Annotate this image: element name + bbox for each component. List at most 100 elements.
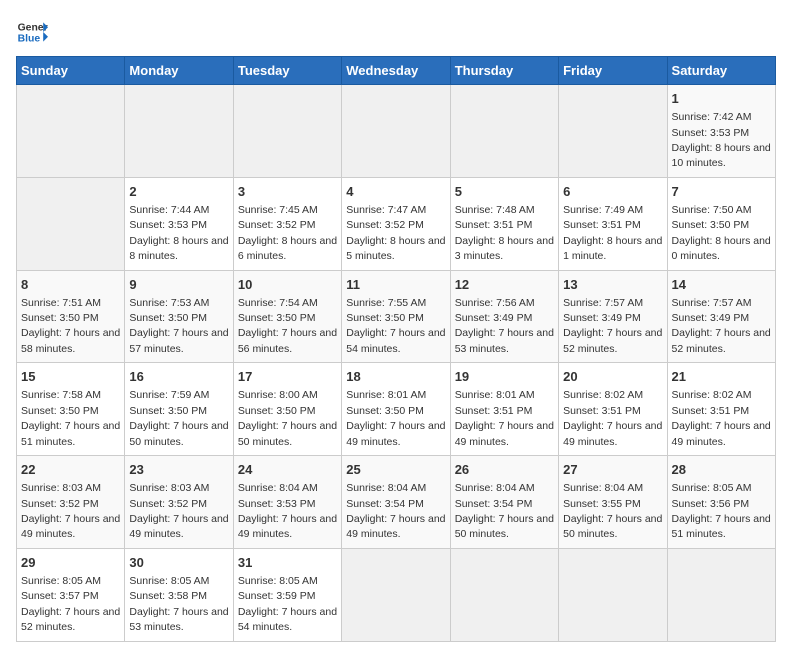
calendar-cell: 6 Sunrise: 7:49 AMSunset: 3:51 PMDaylight… <box>559 177 667 270</box>
calendar-cell: 16 Sunrise: 7:59 AMSunset: 3:50 PMDayligh… <box>125 363 233 456</box>
calendar-cell-empty <box>342 548 450 641</box>
calendar-cell-empty <box>667 548 775 641</box>
day-info: Sunrise: 8:05 AMSunset: 3:59 PMDaylight:… <box>238 575 337 633</box>
day-info: Sunrise: 7:54 AMSunset: 3:50 PMDaylight:… <box>238 297 337 355</box>
day-info: Sunrise: 8:04 AMSunset: 3:55 PMDaylight:… <box>563 482 662 540</box>
day-number: 29 <box>21 554 120 572</box>
calendar-cell: 18 Sunrise: 8:01 AMSunset: 3:50 PMDayligh… <box>342 363 450 456</box>
calendar-cell: 1 Sunrise: 7:42 AMSunset: 3:53 PMDaylight… <box>667 85 775 178</box>
day-number: 12 <box>455 276 554 294</box>
calendar-cell: 15 Sunrise: 7:58 AMSunset: 3:50 PMDayligh… <box>17 363 125 456</box>
calendar-cell: 20 Sunrise: 8:02 AMSunset: 3:51 PMDayligh… <box>559 363 667 456</box>
day-info: Sunrise: 7:59 AMSunset: 3:50 PMDaylight:… <box>129 389 228 447</box>
calendar-cell: 31 Sunrise: 8:05 AMSunset: 3:59 PMDayligh… <box>233 548 341 641</box>
day-info: Sunrise: 7:56 AMSunset: 3:49 PMDaylight:… <box>455 297 554 355</box>
day-number: 7 <box>672 183 771 201</box>
day-number: 24 <box>238 461 337 479</box>
day-info: Sunrise: 7:53 AMSunset: 3:50 PMDaylight:… <box>129 297 228 355</box>
day-number: 18 <box>346 368 445 386</box>
calendar-day-header: Saturday <box>667 57 775 85</box>
day-info: Sunrise: 8:00 AMSunset: 3:50 PMDaylight:… <box>238 389 337 447</box>
day-info: Sunrise: 7:45 AMSunset: 3:52 PMDaylight:… <box>238 204 337 262</box>
calendar-header-row: SundayMondayTuesdayWednesdayThursdayFrid… <box>17 57 776 85</box>
day-number: 3 <box>238 183 337 201</box>
calendar-day-header: Wednesday <box>342 57 450 85</box>
day-number: 8 <box>21 276 120 294</box>
day-info: Sunrise: 8:01 AMSunset: 3:51 PMDaylight:… <box>455 389 554 447</box>
day-info: Sunrise: 8:05 AMSunset: 3:56 PMDaylight:… <box>672 482 771 540</box>
calendar-cell-empty <box>450 548 558 641</box>
calendar-cell-empty <box>342 85 450 178</box>
calendar-cell: 19 Sunrise: 8:01 AMSunset: 3:51 PMDayligh… <box>450 363 558 456</box>
calendar-day-header: Friday <box>559 57 667 85</box>
day-info: Sunrise: 7:50 AMSunset: 3:50 PMDaylight:… <box>672 204 771 262</box>
calendar-cell-empty <box>125 85 233 178</box>
calendar-cell: 30Sunrise: 8:05 AMSunset: 3:58 PMDayligh… <box>125 548 233 641</box>
day-number: 1 <box>672 90 771 108</box>
day-number: 31 <box>238 554 337 572</box>
day-number: 2 <box>129 183 228 201</box>
logo-icon: General Blue <box>16 16 48 48</box>
calendar-cell: 13Sunrise: 7:57 AMSunset: 3:49 PMDayligh… <box>559 270 667 363</box>
calendar-day-header: Sunday <box>17 57 125 85</box>
day-info: Sunrise: 7:49 AMSunset: 3:51 PMDaylight:… <box>563 204 662 262</box>
calendar-cell: 9Sunrise: 7:53 AMSunset: 3:50 PMDaylight… <box>125 270 233 363</box>
day-number: 6 <box>563 183 662 201</box>
day-info: Sunrise: 7:51 AMSunset: 3:50 PMDaylight:… <box>21 297 120 355</box>
day-number: 27 <box>563 461 662 479</box>
calendar-cell: 25Sunrise: 8:04 AMSunset: 3:54 PMDayligh… <box>342 456 450 549</box>
day-info: Sunrise: 7:57 AMSunset: 3:49 PMDaylight:… <box>672 297 771 355</box>
calendar-cell-empty <box>233 85 341 178</box>
day-info: Sunrise: 7:57 AMSunset: 3:49 PMDaylight:… <box>563 297 662 355</box>
day-info: Sunrise: 8:01 AMSunset: 3:50 PMDaylight:… <box>346 389 445 447</box>
day-number: 21 <box>672 368 771 386</box>
calendar-day-header: Thursday <box>450 57 558 85</box>
day-number: 28 <box>672 461 771 479</box>
day-info: Sunrise: 8:03 AMSunset: 3:52 PMDaylight:… <box>21 482 120 540</box>
calendar-cell-empty <box>17 177 125 270</box>
day-number: 11 <box>346 276 445 294</box>
day-info: Sunrise: 8:02 AMSunset: 3:51 PMDaylight:… <box>672 389 771 447</box>
day-info: Sunrise: 7:55 AMSunset: 3:50 PMDaylight:… <box>346 297 445 355</box>
day-number: 4 <box>346 183 445 201</box>
day-info: Sunrise: 7:58 AMSunset: 3:50 PMDaylight:… <box>21 389 120 447</box>
day-info: Sunrise: 8:02 AMSunset: 3:51 PMDaylight:… <box>563 389 662 447</box>
svg-text:Blue: Blue <box>18 34 41 45</box>
day-number: 15 <box>21 368 120 386</box>
calendar-cell: 23Sunrise: 8:03 AMSunset: 3:52 PMDayligh… <box>125 456 233 549</box>
logo: General Blue <box>16 16 48 48</box>
day-number: 10 <box>238 276 337 294</box>
calendar-cell: 8 Sunrise: 7:51 AMSunset: 3:50 PMDaylight… <box>17 270 125 363</box>
day-info: Sunrise: 7:44 AMSunset: 3:53 PMDaylight:… <box>129 204 228 262</box>
day-info: Sunrise: 7:42 AMSunset: 3:53 PMDaylight:… <box>672 111 771 169</box>
calendar-day-header: Monday <box>125 57 233 85</box>
day-number: 14 <box>672 276 771 294</box>
calendar-cell: 21 Sunrise: 8:02 AMSunset: 3:51 PMDayligh… <box>667 363 775 456</box>
calendar-cell: 5 Sunrise: 7:48 AMSunset: 3:51 PMDaylight… <box>450 177 558 270</box>
day-number: 30 <box>129 554 228 572</box>
page-header: General Blue <box>16 16 776 48</box>
calendar-cell: 4Sunrise: 7:47 AMSunset: 3:52 PMDaylight… <box>342 177 450 270</box>
calendar-cell: 2 Sunrise: 7:44 AMSunset: 3:53 PMDaylight… <box>125 177 233 270</box>
calendar-cell: 17 Sunrise: 8:00 AMSunset: 3:50 PMDayligh… <box>233 363 341 456</box>
calendar-cell: 22 Sunrise: 8:03 AMSunset: 3:52 PMDayligh… <box>17 456 125 549</box>
calendar-cell: 10 Sunrise: 7:54 AMSunset: 3:50 PMDayligh… <box>233 270 341 363</box>
day-number: 20 <box>563 368 662 386</box>
day-number: 26 <box>455 461 554 479</box>
day-number: 19 <box>455 368 554 386</box>
day-number: 16 <box>129 368 228 386</box>
calendar-cell: 11 Sunrise: 7:55 AMSunset: 3:50 PMDayligh… <box>342 270 450 363</box>
calendar-cell-empty <box>17 85 125 178</box>
day-info: Sunrise: 8:04 AMSunset: 3:54 PMDaylight:… <box>455 482 554 540</box>
calendar-cell: 3 Sunrise: 7:45 AMSunset: 3:52 PMDaylight… <box>233 177 341 270</box>
day-number: 5 <box>455 183 554 201</box>
day-number: 17 <box>238 368 337 386</box>
day-number: 22 <box>21 461 120 479</box>
calendar-cell: 27 Sunrise: 8:04 AMSunset: 3:55 PMDayligh… <box>559 456 667 549</box>
calendar-cell-empty <box>559 85 667 178</box>
calendar-cell: 12 Sunrise: 7:56 AMSunset: 3:49 PMDayligh… <box>450 270 558 363</box>
calendar-cell-empty <box>450 85 558 178</box>
calendar-cell: 26 Sunrise: 8:04 AMSunset: 3:54 PMDayligh… <box>450 456 558 549</box>
day-info: Sunrise: 8:04 AMSunset: 3:54 PMDaylight:… <box>346 482 445 540</box>
day-info: Sunrise: 7:48 AMSunset: 3:51 PMDaylight:… <box>455 204 554 262</box>
